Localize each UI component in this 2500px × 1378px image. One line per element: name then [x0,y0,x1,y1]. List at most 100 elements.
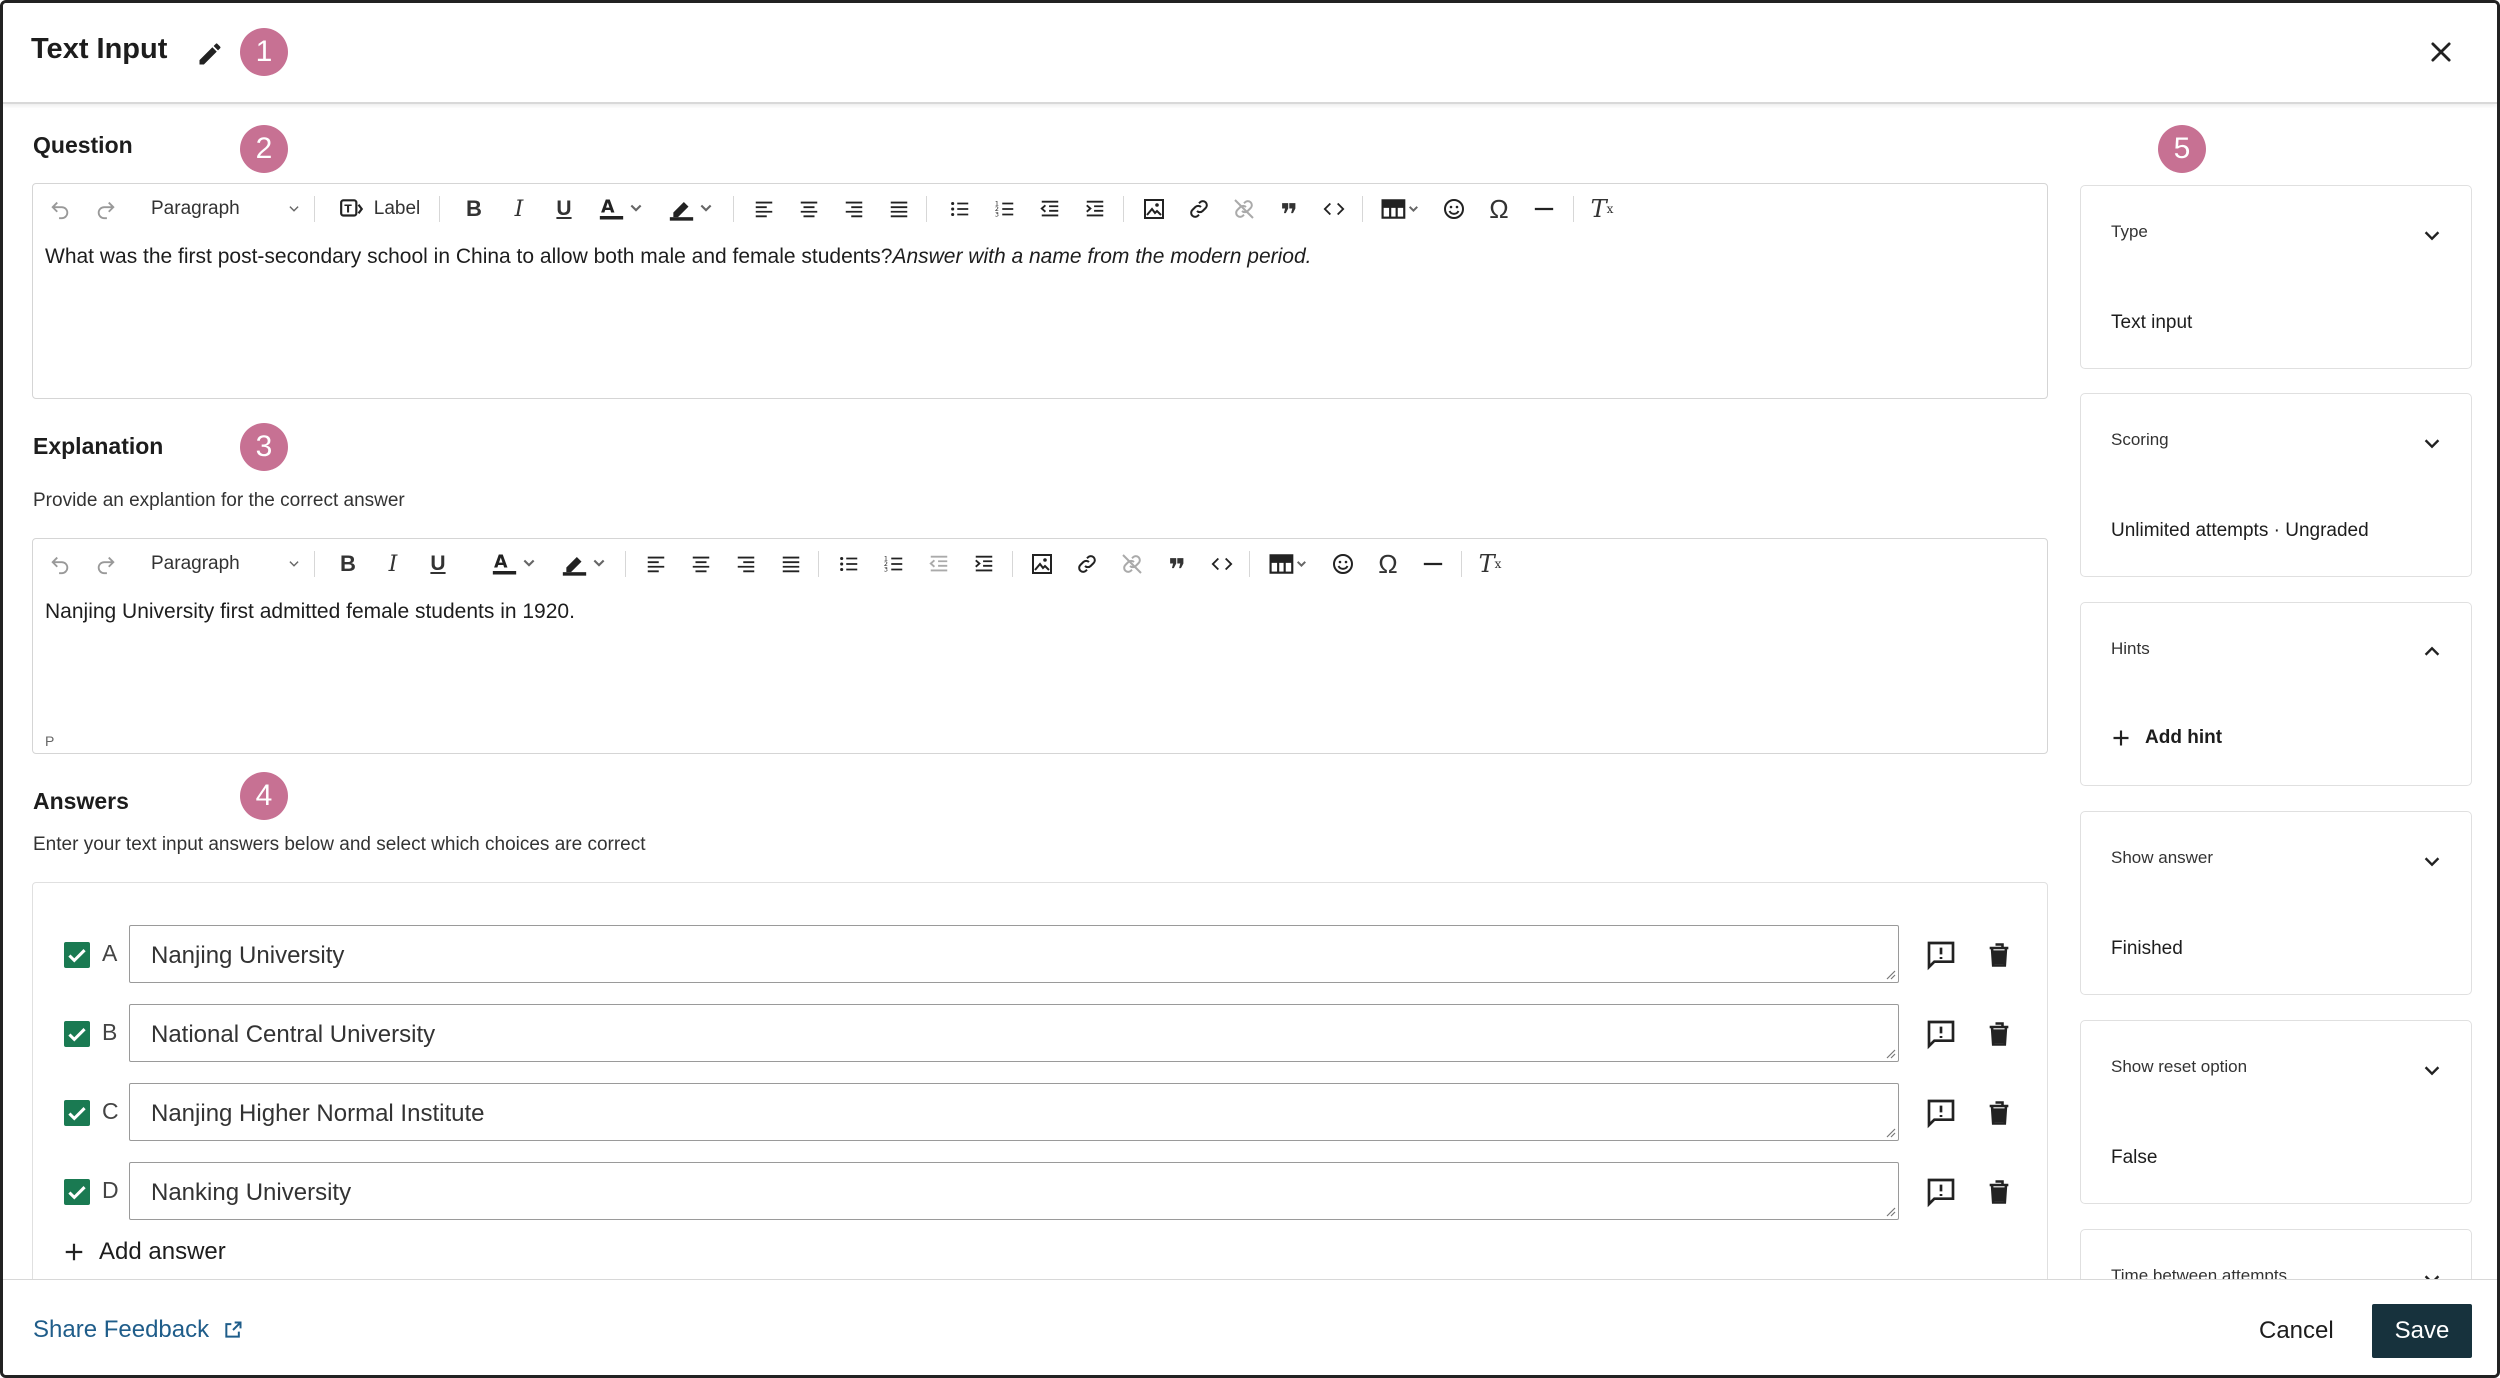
chevron-down-icon[interactable] [2421,1059,2443,1081]
paragraph-format-label: Paragraph [151,553,240,574]
trash-icon[interactable] [1985,1018,2013,1050]
setting-scoring[interactable]: Scoring Unlimited attempts · Ungraded [2080,393,2472,577]
table-icon[interactable] [1375,192,1427,226]
code-icon[interactable] [1205,547,1239,581]
italic-icon[interactable]: I [376,547,410,581]
redo-icon[interactable] [89,192,123,226]
emoji-icon[interactable] [1437,192,1471,226]
resize-handle-icon[interactable] [1884,968,1896,980]
explanation-text[interactable]: Nanjing University first admitted female… [45,600,575,624]
link-icon[interactable] [1182,192,1216,226]
chevron-up-icon[interactable] [2421,641,2443,663]
align-right-icon[interactable] [729,547,763,581]
clear-formatting-icon[interactable]: Tx [1585,192,1619,226]
resize-handle-icon[interactable] [1884,1047,1896,1059]
bullet-list-icon[interactable] [832,547,866,581]
emoji-icon[interactable] [1326,547,1360,581]
undo-icon[interactable] [43,192,77,226]
feedback-icon[interactable] [1925,1176,1957,1208]
answer-input[interactable]: Nanjing Higher Normal Institute [129,1083,1899,1141]
code-icon[interactable] [1317,192,1351,226]
trash-icon[interactable] [1985,939,2013,971]
indent-icon[interactable] [967,547,1001,581]
step-badge-3: 3 [240,423,288,471]
bullet-list-icon[interactable] [943,192,977,226]
outdent-icon[interactable] [922,547,956,581]
add-hint-button[interactable]: Add hint [2111,727,2222,749]
chevron-down-icon[interactable] [2421,850,2443,872]
align-left-icon[interactable] [639,547,673,581]
underline-icon[interactable]: U [421,547,455,581]
text-input-editor-dialog: Text Input 1 Question 2 Paragraph T Labe… [0,0,2500,1378]
close-icon[interactable] [2427,38,2455,66]
unlink-icon[interactable] [1115,547,1149,581]
image-icon[interactable] [1137,192,1171,226]
chevron-down-icon[interactable] [2421,224,2443,246]
share-feedback-link[interactable]: Share Feedback [33,1316,243,1344]
text-color-icon[interactable]: A [485,547,545,581]
outdent-icon[interactable] [1033,192,1067,226]
horizontal-line-icon[interactable] [1527,192,1561,226]
trash-icon[interactable] [1985,1176,2013,1208]
blockquote-icon[interactable]: ❞ [1272,192,1306,232]
unlink-icon[interactable] [1227,192,1261,226]
correct-checkbox[interactable] [64,1100,90,1126]
answer-input[interactable]: National Central University [129,1004,1899,1062]
save-button[interactable]: Save [2372,1304,2472,1358]
answer-input[interactable]: Nanking University [129,1162,1899,1220]
link-icon[interactable] [1070,547,1104,581]
italic-icon[interactable]: I [502,192,536,226]
horizontal-line-icon[interactable] [1416,547,1450,581]
correct-checkbox[interactable] [64,1021,90,1047]
setting-show-reset[interactable]: Show reset option False [2080,1020,2472,1204]
plus-icon [65,1243,83,1261]
table-icon[interactable] [1263,547,1315,581]
indent-icon[interactable] [1078,192,1112,226]
redo-icon[interactable] [89,547,123,581]
clear-formatting-icon[interactable]: Tx [1473,547,1507,581]
special-character-icon[interactable]: Ω [1482,192,1516,226]
trash-icon[interactable] [1985,1097,2013,1129]
blockquote-icon[interactable]: ❞ [1160,547,1194,587]
align-center-icon[interactable] [792,192,826,226]
pencil-icon[interactable] [196,40,224,68]
setting-type[interactable]: Type Text input [2080,185,2472,369]
align-justify-icon[interactable] [774,547,808,581]
feedback-icon[interactable] [1925,1018,1957,1050]
highlight-color-icon[interactable] [662,192,722,226]
plus-icon [2113,730,2129,746]
undo-icon[interactable] [43,547,77,581]
paragraph-format-select[interactable]: Paragraph [151,194,301,224]
special-character-icon[interactable]: Ω [1371,547,1405,581]
align-justify-icon[interactable] [882,192,916,226]
resize-handle-icon[interactable] [1884,1126,1896,1138]
chevron-down-icon[interactable] [2421,432,2443,454]
resize-handle-icon[interactable] [1884,1205,1896,1217]
numbered-list-icon[interactable]: 123 [877,547,911,581]
question-editor[interactable]: Paragraph T Label B I U A 123 ❞ Ω T x Wh… [32,183,2048,399]
answer-input[interactable]: Nanjing University [129,925,1899,983]
align-center-icon[interactable] [684,547,718,581]
bold-icon[interactable]: B [457,192,491,226]
cancel-button[interactable]: Cancel [2259,1317,2334,1345]
paragraph-format-select[interactable]: Paragraph [151,549,301,579]
align-right-icon[interactable] [837,192,871,226]
correct-checkbox[interactable] [64,942,90,968]
feedback-icon[interactable] [1925,1097,1957,1129]
underline-icon[interactable]: U [547,192,581,226]
check-icon [68,949,86,963]
numbered-list-icon[interactable]: 123 [988,192,1022,226]
highlight-color-icon[interactable] [555,547,615,581]
feedback-icon[interactable] [1925,939,1957,971]
bold-icon[interactable]: B [331,547,365,581]
label-button[interactable]: T Label [329,192,429,226]
answer-row: B National Central University [33,1004,2047,1064]
setting-show-answer[interactable]: Show answer Finished [2080,811,2472,995]
image-icon[interactable] [1025,547,1059,581]
explanation-editor[interactable]: Paragraph B I U A 123 ❞ Ω T x Nanjing Un… [32,538,2048,754]
align-left-icon[interactable] [747,192,781,226]
correct-checkbox[interactable] [64,1179,90,1205]
text-color-icon[interactable]: A [592,192,652,226]
add-answer-button[interactable]: Add answer [63,1238,226,1266]
question-text[interactable]: What was the first post-secondary school… [45,245,1311,269]
